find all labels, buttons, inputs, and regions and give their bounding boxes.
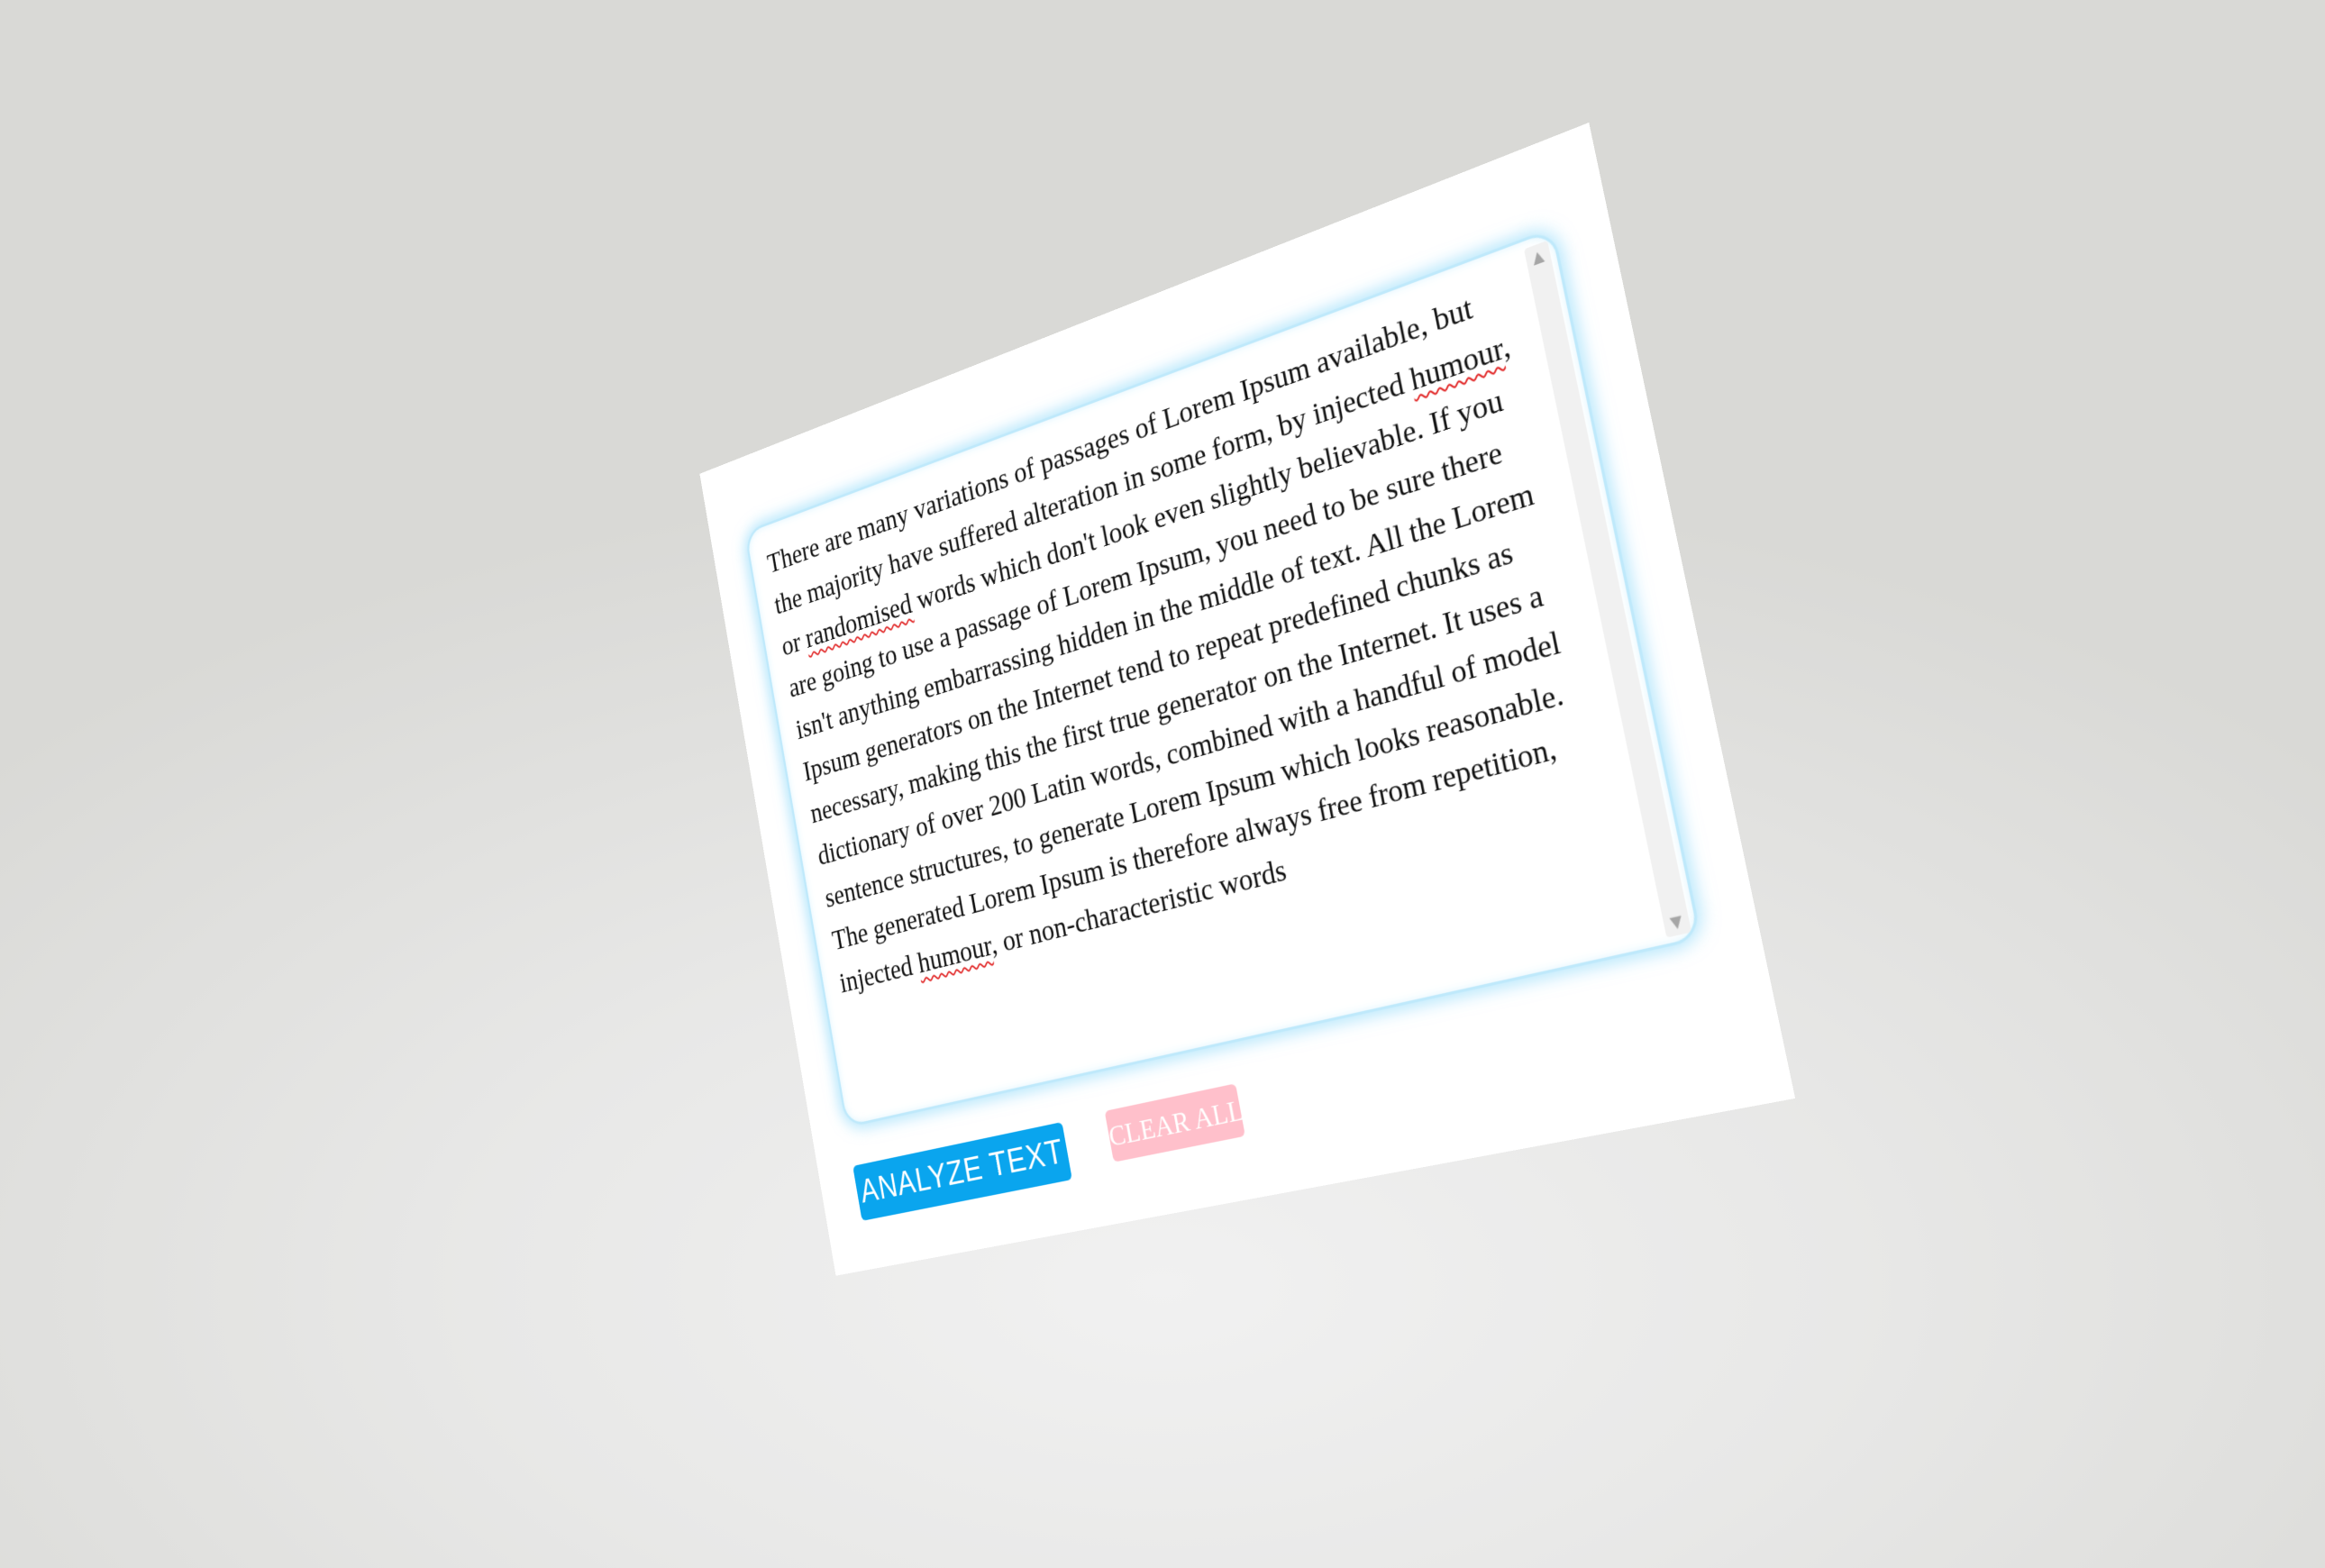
analyze-text-button[interactable]: ANALYZE TEXT	[852, 1122, 1072, 1221]
viewport: There are many variations of passages of…	[0, 0, 2325, 1568]
misspelled-word[interactable]: humour	[916, 930, 994, 980]
text-input-content[interactable]: There are many variations of passages of…	[764, 269, 1622, 1007]
text-analyzer-card: There are many variations of passages of…	[699, 122, 1796, 1276]
text-input-area[interactable]: There are many variations of passages of…	[743, 227, 1702, 1128]
scroll-down-icon[interactable]: ▼	[1662, 907, 1692, 938]
scroll-up-icon[interactable]: ▲	[1524, 241, 1553, 274]
clear-all-button[interactable]: CLEAR ALL	[1104, 1083, 1246, 1162]
